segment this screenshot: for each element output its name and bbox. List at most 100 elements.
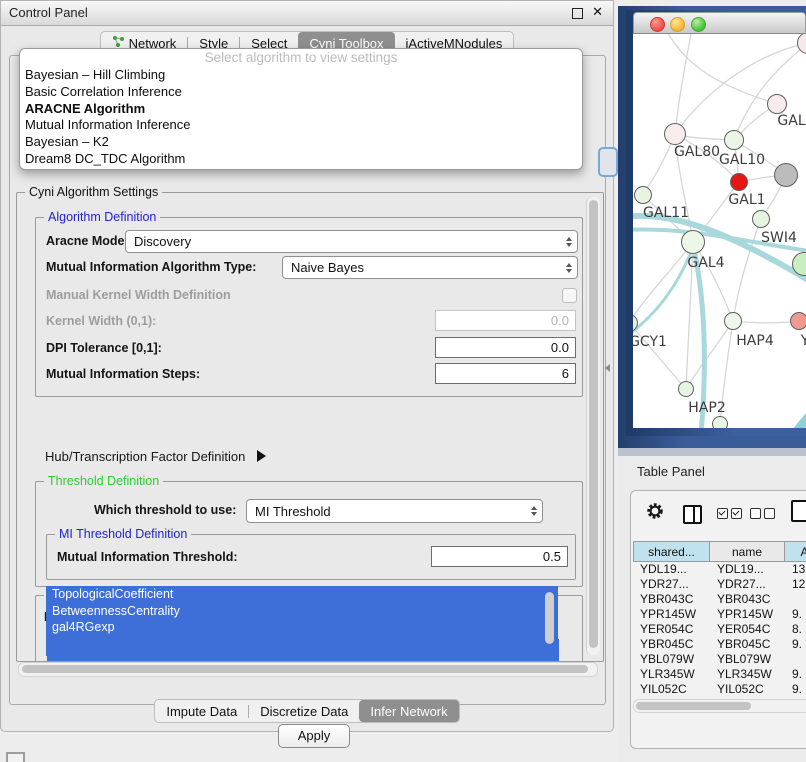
unselect-all-columns-icon[interactable] [750,508,775,519]
table-row[interactable]: YIL052CYIL052C9. [633,682,806,697]
network-node[interactable] [724,130,744,150]
table-row[interactable]: YDR27...YDR27...12 [633,577,806,592]
mi-algorithm-type-value: Naive Bayes [283,260,561,275]
threshold-definition-title: Threshold Definition [44,474,163,488]
table-cell: 9. [785,682,806,697]
algorithm-list-item[interactable]: ARACNE Algorithm [20,101,582,118]
network-node-label: SWI4 [761,230,797,246]
table-cell: YLR345W [633,667,710,682]
network-node-label: Y [801,333,806,349]
hub-definition-expander[interactable]: Hub/Transcription Factor Definition [45,449,266,464]
stepper-arrows-icon [526,506,542,516]
close-panel-icon[interactable]: ✕ [592,4,603,20]
mi-algorithm-type-combo[interactable]: Naive Bayes [282,256,578,279]
table-column-header[interactable]: shared... [633,541,710,562]
table-cell: 9. [785,607,806,622]
table-cell: YBR043C [710,592,785,607]
network-node[interactable] [678,381,694,397]
algorithm-list-item[interactable]: Bayesian – Hill Climbing [20,67,582,84]
settings-vertical-scrollbar[interactable] [586,197,600,655]
aracne-mode-combo[interactable]: Discovery [125,230,578,253]
float-window-icon[interactable] [572,8,583,19]
table-cell: YBL079W [710,652,785,667]
attribute-item[interactable]: TopologicalCoefficient [46,586,558,603]
apply-button[interactable]: Apply [278,724,350,748]
table-horizontal-scrollbar-thumb[interactable] [636,702,751,710]
dpi-tolerance-field[interactable] [435,337,576,358]
import-table-icon[interactable] [791,500,806,522]
minimized-window-icon[interactable] [6,752,25,762]
settings-vertical-scrollbar-thumb[interactable] [589,200,598,648]
column-browser-icon[interactable] [683,505,702,524]
network-window[interactable]: GAL8GAL80GAL10GAL1GAL11SWI4GAL4GCY1HAP4Y… [626,10,806,436]
gear-icon[interactable] [645,501,665,526]
algorithm-dropdown-popup: Select algorithm to view settings Bayesi… [19,48,583,170]
network-node-label: GAL1 [728,192,765,208]
table-cell [785,592,806,607]
zoom-traffic-light-icon[interactable] [691,17,706,32]
stepper-arrows-icon [561,237,577,247]
network-node[interactable] [752,210,770,228]
select-all-columns-icon[interactable] [717,508,742,519]
network-node[interactable] [634,186,652,204]
kernel-width-label: Kernel Width (0,1): [46,314,156,328]
table-cell: 8. [785,622,806,637]
kernel-width-field[interactable] [435,310,576,331]
tab-discretize-data[interactable]: Discretize Data [249,700,359,722]
algorithm-list-item[interactable]: Basic Correlation Inference [20,84,582,101]
network-node[interactable] [724,312,742,330]
table-row[interactable]: YPR145WYPR145W9. [633,607,806,622]
settings-horizontal-scrollbar[interactable] [18,662,598,677]
table-cell: YBL079W [633,652,710,667]
panel-splitter[interactable] [618,448,806,456]
attributes-scrollbar[interactable] [543,590,556,654]
mi-threshold-label: Mutual Information Threshold: [57,550,238,564]
table-row[interactable]: YER054CYER054C8. [633,622,806,637]
network-node[interactable] [712,416,728,428]
algorithm-list-item[interactable]: Mutual Information Inference [20,117,582,134]
table-horizontal-scrollbar[interactable] [633,699,806,713]
network-node-label: GCY1 [633,334,667,350]
network-node[interactable] [767,94,787,114]
mi-steps-field[interactable] [435,363,576,384]
table-row[interactable]: YLR345WYLR345W9. [633,667,806,682]
tab-label: Discretize Data [260,704,348,719]
table-column-header[interactable]: A [785,541,806,562]
table-row[interactable]: YBR045CYBR045C9. [633,637,806,652]
table-row[interactable]: YDL19...YDL19...13 [633,562,806,577]
network-canvas[interactable]: GAL8GAL80GAL10GAL1GAL11SWI4GAL4GCY1HAP4Y… [633,34,806,428]
data-attributes-list: TopologicalCoefficientBetweennessCentral… [46,586,558,656]
table-row[interactable]: YBL079WYBL079W [633,652,806,667]
mi-threshold-group: MI Threshold Definition Mutual Informati… [46,534,576,580]
network-node[interactable] [681,230,705,254]
which-threshold-value: MI Threshold [247,504,526,519]
network-window-titlebar[interactable] [633,12,806,34]
table-cell: 13 [785,562,806,577]
tab-impute-data[interactable]: Impute Data [155,700,248,722]
table-cell: YLR345W [710,667,785,682]
algorithm-list-item[interactable]: Bayesian – K2 [20,134,582,151]
table-column-header[interactable]: name [710,541,785,562]
network-node-label: HAP4 [736,333,773,349]
settings-horizontal-scrollbar-thumb[interactable] [22,665,588,673]
attribute-item[interactable]: gal4RGexp [46,619,558,636]
network-node[interactable] [790,312,806,330]
collapse-splitter-icon[interactable] [605,364,610,372]
mi-threshold-field[interactable] [431,546,568,567]
tab-infer-network[interactable]: Infer Network [359,700,458,722]
network-node-label: GAL80 [674,144,720,160]
mi-steps-label: Mutual Information Steps: [46,367,200,381]
network-node[interactable] [774,163,798,187]
attributes-scrollbar-thumb[interactable] [545,592,554,644]
attribute-item[interactable]: BetweennessCentrality [46,603,558,620]
which-threshold-combo[interactable]: MI Threshold [246,499,543,523]
network-node[interactable] [664,123,686,145]
algorithm-list-item[interactable]: Dream8 DC_TDC Algorithm [20,151,582,168]
bottom-tabrow: Impute Data Discretize Data Infer Network [1,699,613,723]
minimize-traffic-light-icon[interactable] [670,17,685,32]
table-row[interactable]: YBR043CYBR043C [633,592,806,607]
network-node[interactable] [730,173,748,191]
close-traffic-light-icon[interactable] [650,17,665,32]
manual-kernel-width-checkbox[interactable] [562,288,577,303]
stepper-arrows-icon [561,263,577,273]
